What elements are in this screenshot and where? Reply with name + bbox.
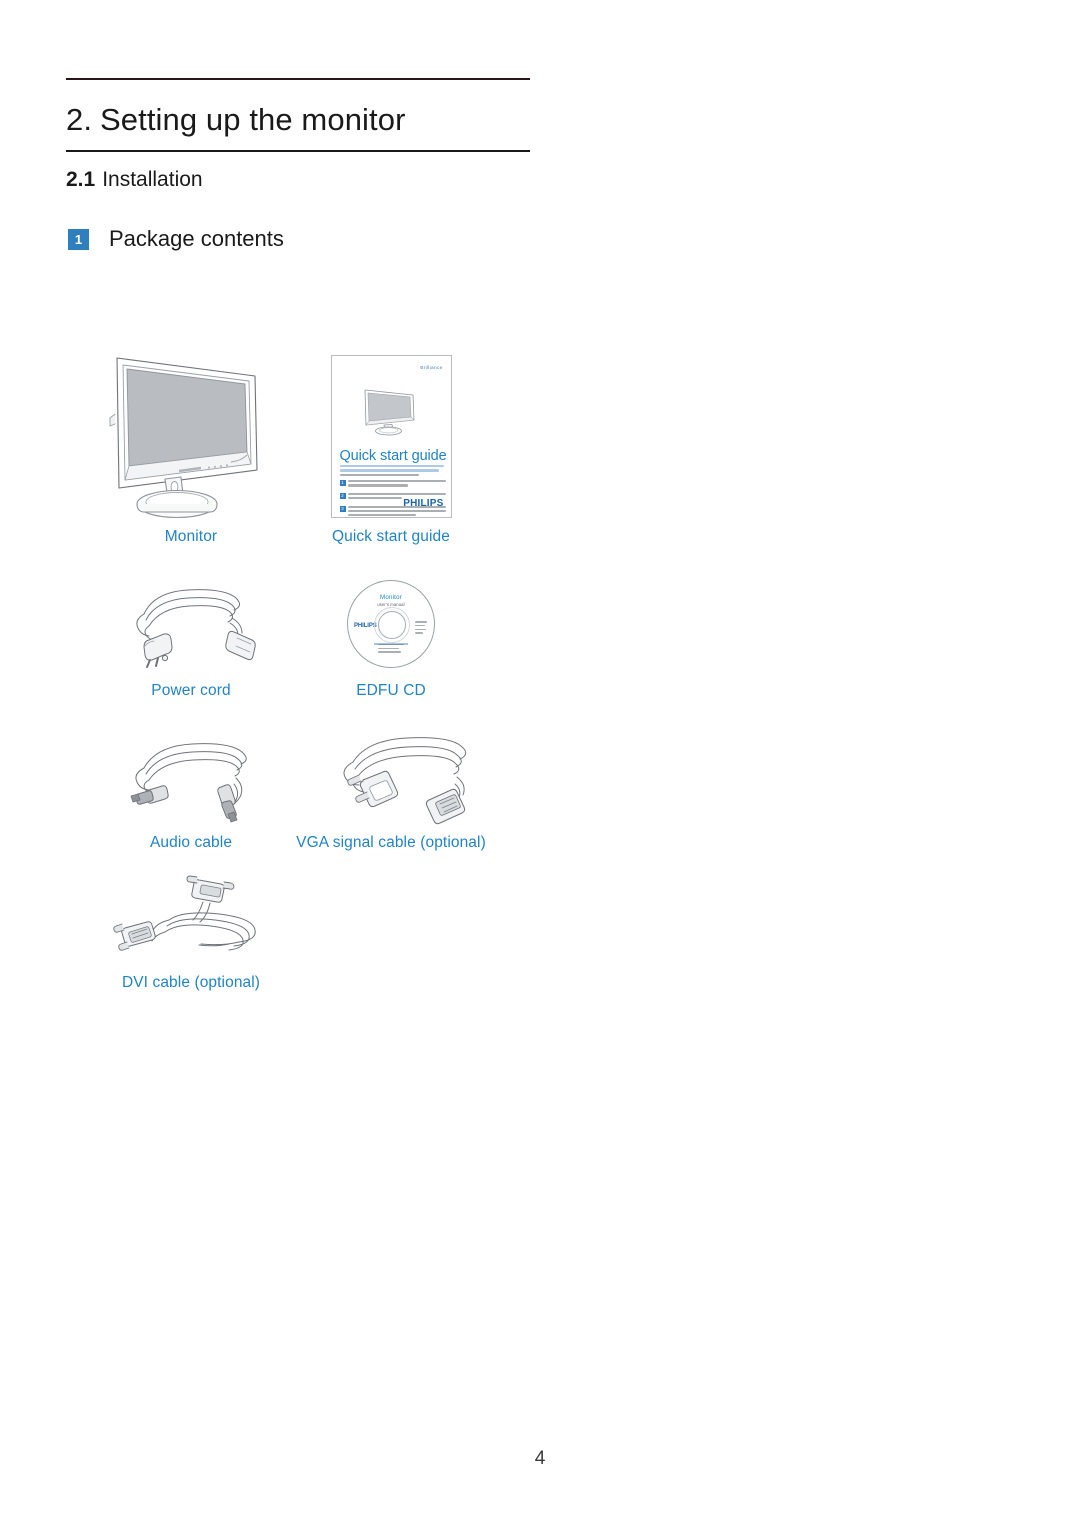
cover-subtitle-placeholder: [339, 465, 444, 478]
package-item-label: Quick start guide: [331, 528, 450, 545]
quick-start-guide-cover: Brilliance Quick start guide 1 2 3 PHILI…: [330, 355, 452, 518]
package-item-label: Power cord: [151, 682, 231, 699]
package-item-label: Monitor: [164, 528, 218, 545]
monitor-illustration: [96, 348, 286, 519]
package-item-label: DVI cable (optional): [121, 974, 261, 991]
package-item-monitor: Monitor: [96, 348, 286, 546]
quick-start-guide-illustration: Brilliance Quick start guide 1 2 3 PHILI…: [286, 348, 496, 518]
cd-title: Monitor: [379, 594, 403, 601]
cover-title: Quick start guide: [339, 448, 447, 464]
philips-logo: PHILIPS: [403, 498, 444, 509]
package-item-vga-cable: VGA signal cable (optional): [286, 728, 496, 852]
cover-step-text-placeholder: [348, 480, 446, 489]
section-number: 2.1: [66, 167, 96, 191]
package-item-power-cord: Power cord: [96, 568, 286, 700]
cover-step: 1: [339, 480, 446, 489]
package-item-dvi-cable: DVI cable (optional): [96, 874, 286, 992]
page-number: 4: [534, 1448, 546, 1469]
section-heading: 2.1 Installation: [66, 152, 530, 192]
page-title: 2. Setting up the monitor: [66, 80, 530, 145]
package-row: Monitor Brilliance Quick start guide 1 2…: [96, 348, 496, 546]
section-title: Installation: [102, 167, 203, 191]
brilliance-brand-mark: Brilliance: [420, 365, 443, 371]
cd-center-hole: [378, 611, 406, 639]
package-item-label: VGA signal cable (optional): [296, 834, 486, 851]
subsection-heading: 1 Package contents: [68, 226, 284, 252]
package-item-label: EDFU CD: [356, 682, 426, 699]
cd-disc: Monitor user's manual PHILIPS: [347, 580, 435, 668]
cover-step-badge: 1: [339, 480, 346, 486]
package-item-edfu-cd: Monitor user's manual PHILIPS EDFU CD: [286, 568, 496, 700]
chapter-header: 2. Setting up the monitor 2.1 Installation: [66, 78, 530, 192]
document-page: 2. Setting up the monitor 2.1 Installation…: [0, 0, 1080, 1527]
cover-step-badge: 3: [339, 505, 346, 512]
power-cord-illustration: [96, 568, 286, 668]
step-badge-1: 1: [68, 228, 89, 250]
cover-monitor-icon: [360, 386, 422, 436]
chapter-title-text: Setting up the monitor: [100, 102, 406, 137]
cd-side-text-placeholder: [415, 621, 427, 636]
package-item-label: Audio cable: [149, 834, 233, 851]
chapter-number: 2.: [66, 102, 93, 137]
vga-cable-illustration: [286, 728, 496, 825]
dvi-cable-illustration: [96, 874, 286, 962]
package-item-audio-cable: Audio cable: [96, 728, 286, 852]
cd-footer-text-placeholder: [378, 643, 404, 655]
package-row: Audio cable VGA signal cable (optional): [96, 728, 496, 852]
package-item-quick-start: Brilliance Quick start guide 1 2 3 PHILI…: [286, 348, 496, 546]
subsection-label: Package contents: [109, 226, 284, 251]
cd-disc-illustration: Monitor user's manual PHILIPS: [286, 568, 496, 668]
package-row: DVI cable (optional): [96, 874, 496, 992]
package-row: Power cord Monitor user's manual PHILIPS: [96, 568, 496, 700]
cover-step-badge: 2: [339, 492, 346, 499]
audio-cable-illustration: [96, 728, 286, 823]
package-contents-grid: Monitor Brilliance Quick start guide 1 2…: [96, 348, 496, 992]
